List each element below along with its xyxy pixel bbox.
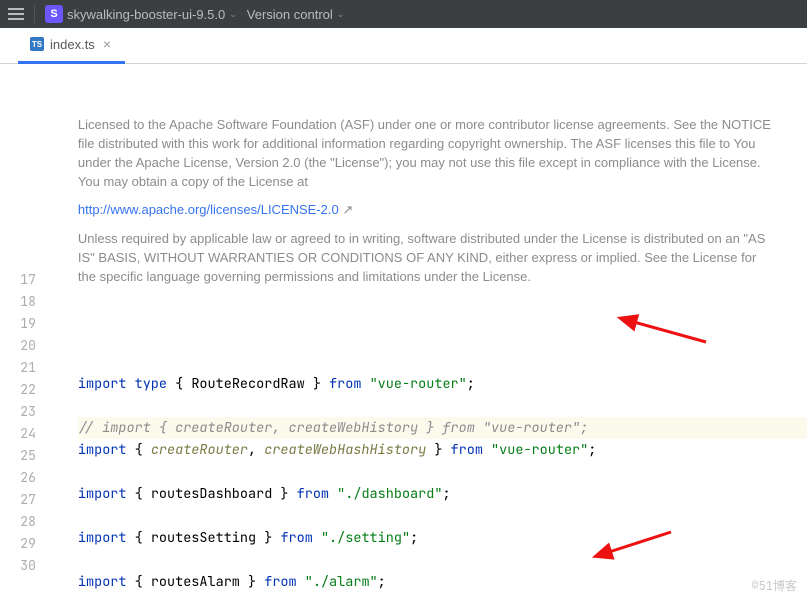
annotation-arrow-icon: [579, 296, 708, 377]
project-name: skywalking-booster-ui-9.5.0: [67, 7, 225, 22]
line-number: 17: [0, 269, 36, 291]
line-number: 26: [0, 467, 36, 489]
close-tab-icon[interactable]: ×: [101, 36, 113, 52]
watermark: ©51博客: [751, 575, 797, 597]
license-link[interactable]: http://www.apache.org/licenses/LICENSE-2…: [78, 202, 339, 217]
vcs-menu[interactable]: Version control ⌄: [247, 7, 345, 22]
code-line: import type { RouteRecordRaw } from "vue…: [78, 373, 807, 395]
line-number: 29: [0, 533, 36, 555]
editor: 17 18 19 20 21 22 23 24 25 26 27 28 29 3…: [0, 64, 807, 603]
code-line: import { routesSetting } from "./setting…: [78, 527, 807, 549]
vcs-label: Version control: [247, 7, 333, 22]
divider: [34, 5, 35, 23]
line-number: 25: [0, 445, 36, 467]
line-number: 20: [0, 335, 36, 357]
line-number: 23: [0, 401, 36, 423]
titlebar: S skywalking-booster-ui-9.5.0 ⌄ Version …: [0, 0, 807, 28]
typescript-file-icon: TS: [30, 37, 44, 51]
license-doc-comment: Licensed to the Apache Software Foundati…: [78, 116, 778, 287]
line-number: 28: [0, 511, 36, 533]
line-number: 24: [0, 423, 36, 445]
editor-tabs: TS index.ts ×: [0, 28, 807, 64]
code-line: import { routesAlarm } from "./alarm";: [78, 571, 807, 593]
doc-text: Unless required by applicable law or agr…: [78, 230, 778, 287]
tab-filename: index.ts: [50, 37, 95, 52]
code-area[interactable]: Licensed to the Apache Software Foundati…: [54, 64, 807, 603]
code-line: import { routesDashboard } from "./dashb…: [78, 483, 807, 505]
line-number: 18: [0, 291, 36, 313]
line-number: 22: [0, 379, 36, 401]
tab-index-ts[interactable]: TS index.ts ×: [18, 28, 125, 64]
line-number: 30: [0, 555, 36, 577]
project-icon: S: [45, 5, 63, 23]
code-line: import { createRouter, createWebHashHist…: [78, 439, 807, 461]
doc-text: Licensed to the Apache Software Foundati…: [78, 116, 778, 191]
line-number: 21: [0, 357, 36, 379]
external-link-icon: ↗: [342, 202, 353, 217]
chevron-down-icon: ⌄: [337, 9, 345, 20]
line-number: 19: [0, 313, 36, 335]
code-line: // import { createRouter, createWebHisto…: [78, 417, 807, 439]
line-number: 27: [0, 489, 36, 511]
project-selector[interactable]: S skywalking-booster-ui-9.5.0 ⌄: [45, 5, 237, 23]
hamburger-menu-icon[interactable]: [8, 8, 24, 20]
gutter: 17 18 19 20 21 22 23 24 25 26 27 28 29 3…: [0, 64, 54, 603]
chevron-down-icon: ⌄: [229, 9, 237, 20]
